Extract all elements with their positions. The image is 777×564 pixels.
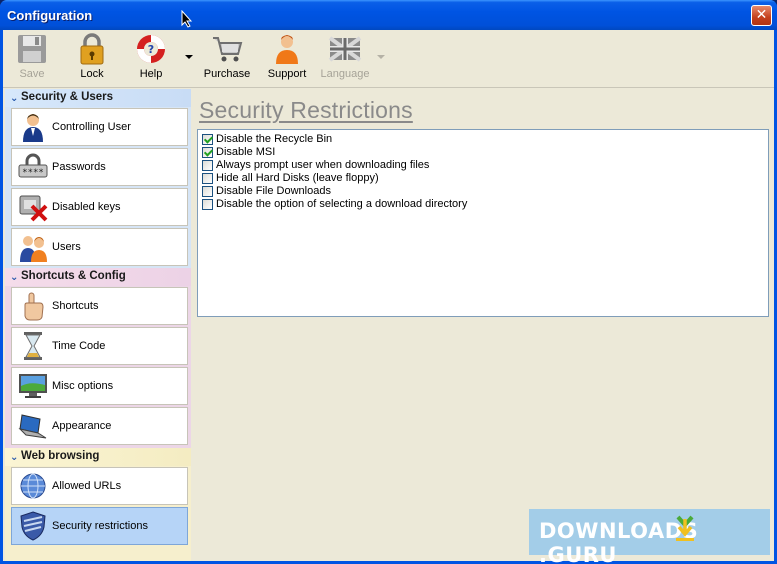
- option-label: Disable MSI: [216, 146, 276, 158]
- option-hide-hard-disks[interactable]: Hide all Hard Disks (leave floppy): [202, 172, 768, 185]
- sidebar-item-label: Time Code: [52, 340, 106, 352]
- sidebar-item-users[interactable]: Users: [11, 228, 188, 266]
- group-header-shortcuts-config[interactable]: ⌄ Shortcuts & Config: [5, 268, 191, 286]
- checkbox[interactable]: [202, 186, 213, 197]
- chevron-down-icon: ⌄: [10, 272, 19, 283]
- main-panel: Security Restrictions Disable the Recycl…: [193, 89, 774, 564]
- close-button[interactable]: ✕: [751, 5, 772, 26]
- help-dropdown-arrow[interactable]: [185, 55, 193, 59]
- sidebar-item-label: Users: [52, 241, 81, 253]
- option-label: Disable the option of selecting a downlo…: [216, 198, 468, 210]
- option-label: Always prompt user when downloading file…: [216, 159, 430, 171]
- download-arrow-icon: [676, 515, 694, 541]
- watermark-text: DOWNLOADS.GURU: [539, 519, 699, 564]
- shopping-cart-icon: [213, 37, 243, 62]
- sidebar: ⌄ Security & Users Controlling User ****…: [5, 89, 191, 561]
- lock-label: Lock: [80, 68, 104, 80]
- page-title: Security Restrictions: [199, 97, 413, 123]
- option-label: Hide all Hard Disks (leave floppy): [216, 172, 379, 184]
- option-disable-download-directory[interactable]: Disable the option of selecting a downlo…: [202, 198, 768, 211]
- save-label: Save: [19, 68, 45, 80]
- sidebar-item-label: Passwords: [52, 161, 106, 173]
- sidebar-item-allowed-urls[interactable]: Allowed URLs: [11, 467, 188, 505]
- sidebar-item-disabled-keys[interactable]: Disabled keys: [11, 188, 188, 226]
- uk-flag-icon: [328, 36, 362, 62]
- client-area: Save Lock ? Help Purchase Support Langua…: [3, 30, 774, 564]
- sidebar-item-label: Shortcuts: [52, 300, 99, 312]
- help-label: Help: [139, 68, 163, 80]
- option-label: Disable the Recycle Bin: [216, 133, 333, 145]
- sidebar-item-security-restrictions[interactable]: Security restrictions: [11, 507, 188, 545]
- group-header-web-browsing[interactable]: ⌄ Web browsing: [5, 448, 191, 466]
- svg-text:?: ?: [148, 43, 154, 56]
- user-icon: [23, 114, 43, 142]
- password-lock-icon: ****: [18, 153, 48, 178]
- padlock-icon: [80, 33, 104, 65]
- sidebar-item-passwords[interactable]: **** Passwords: [11, 148, 188, 186]
- shield-icon: [20, 511, 46, 541]
- sidebar-item-shortcuts[interactable]: Shortcuts: [11, 287, 188, 325]
- checkbox[interactable]: [202, 173, 213, 184]
- option-disable-file-downloads[interactable]: Disable File Downloads: [202, 185, 768, 198]
- group-body-web-browsing: Allowed URLs Security restrictions: [5, 466, 191, 561]
- lifebuoy-icon: ?: [137, 35, 165, 63]
- group-header-security-users[interactable]: ⌄ Security & Users: [5, 89, 191, 107]
- mouse-cursor-icon: [181, 10, 193, 28]
- chevron-down-icon: ⌄: [10, 452, 19, 463]
- group-body-security-users: Controlling User **** Passwords Disabled…: [5, 107, 191, 268]
- pointing-hand-icon: [24, 292, 44, 321]
- group-title: Shortcuts & Config: [21, 270, 126, 282]
- sidebar-item-label: Security restrictions: [52, 520, 148, 532]
- chevron-down-icon: ⌄: [10, 93, 19, 104]
- downloads-guru-watermark: DOWNLOADS.GURU: [529, 509, 770, 564]
- users-icon: [20, 236, 47, 262]
- sidebar-item-misc-options[interactable]: Misc options: [11, 367, 188, 405]
- sidebar-item-label: Disabled keys: [52, 201, 121, 213]
- support-label: Support: [267, 68, 307, 80]
- option-prompt-on-download[interactable]: Always prompt user when downloading file…: [202, 159, 768, 172]
- language-button[interactable]: Language: [317, 32, 373, 84]
- svg-text:****: ****: [22, 168, 44, 178]
- checkbox[interactable]: [202, 147, 213, 158]
- configuration-window: Configuration ✕ Save Lock ? Help Purchas…: [0, 0, 777, 564]
- sidebar-item-controlling-user[interactable]: Controlling User: [11, 108, 188, 146]
- save-button[interactable]: Save: [11, 32, 53, 84]
- monitor-icon: [19, 374, 47, 398]
- purchase-button[interactable]: Purchase: [200, 32, 254, 84]
- title-bar[interactable]: Configuration ✕: [0, 0, 777, 30]
- option-label: Disable File Downloads: [216, 185, 331, 197]
- group-title: Security & Users: [21, 91, 114, 103]
- checkbox[interactable]: [202, 134, 213, 145]
- language-label: Language: [320, 68, 370, 80]
- globe-icon: [20, 473, 46, 499]
- sidebar-item-label: Allowed URLs: [52, 480, 122, 492]
- window-title: Configuration: [7, 8, 93, 23]
- disabled-keys-icon: [19, 195, 48, 222]
- checkbox[interactable]: [202, 160, 213, 171]
- group-title: Web browsing: [21, 450, 100, 462]
- support-button[interactable]: Support: [261, 32, 313, 84]
- help-button[interactable]: ? Help: [130, 32, 172, 84]
- hourglass-icon: [24, 332, 42, 360]
- sidebar-item-label: Misc options: [52, 380, 114, 392]
- option-disable-recycle-bin[interactable]: Disable the Recycle Bin: [202, 133, 768, 146]
- sidebar-item-time-code[interactable]: Time Code: [11, 327, 188, 365]
- restrictions-list: Disable the Recycle Bin Disable MSI Alwa…: [197, 129, 769, 317]
- sidebar-item-appearance[interactable]: Appearance: [11, 407, 188, 445]
- sidebar-item-label: Appearance: [52, 420, 112, 432]
- checkbox[interactable]: [202, 199, 213, 210]
- language-dropdown-arrow[interactable]: [377, 55, 385, 59]
- sidebar-item-label: Controlling User: [52, 121, 131, 133]
- purchase-label: Purchase: [203, 68, 251, 80]
- option-disable-msi[interactable]: Disable MSI: [202, 146, 768, 159]
- group-body-shortcuts-config: Shortcuts Time Code Misc options Appeara…: [5, 286, 191, 448]
- support-person-icon: [276, 35, 298, 64]
- floppy-disk-icon: [18, 35, 46, 63]
- toolbar: Save Lock ? Help Purchase Support Langua…: [3, 30, 774, 88]
- lock-button[interactable]: Lock: [71, 32, 113, 84]
- laptop-icon: [18, 414, 47, 439]
